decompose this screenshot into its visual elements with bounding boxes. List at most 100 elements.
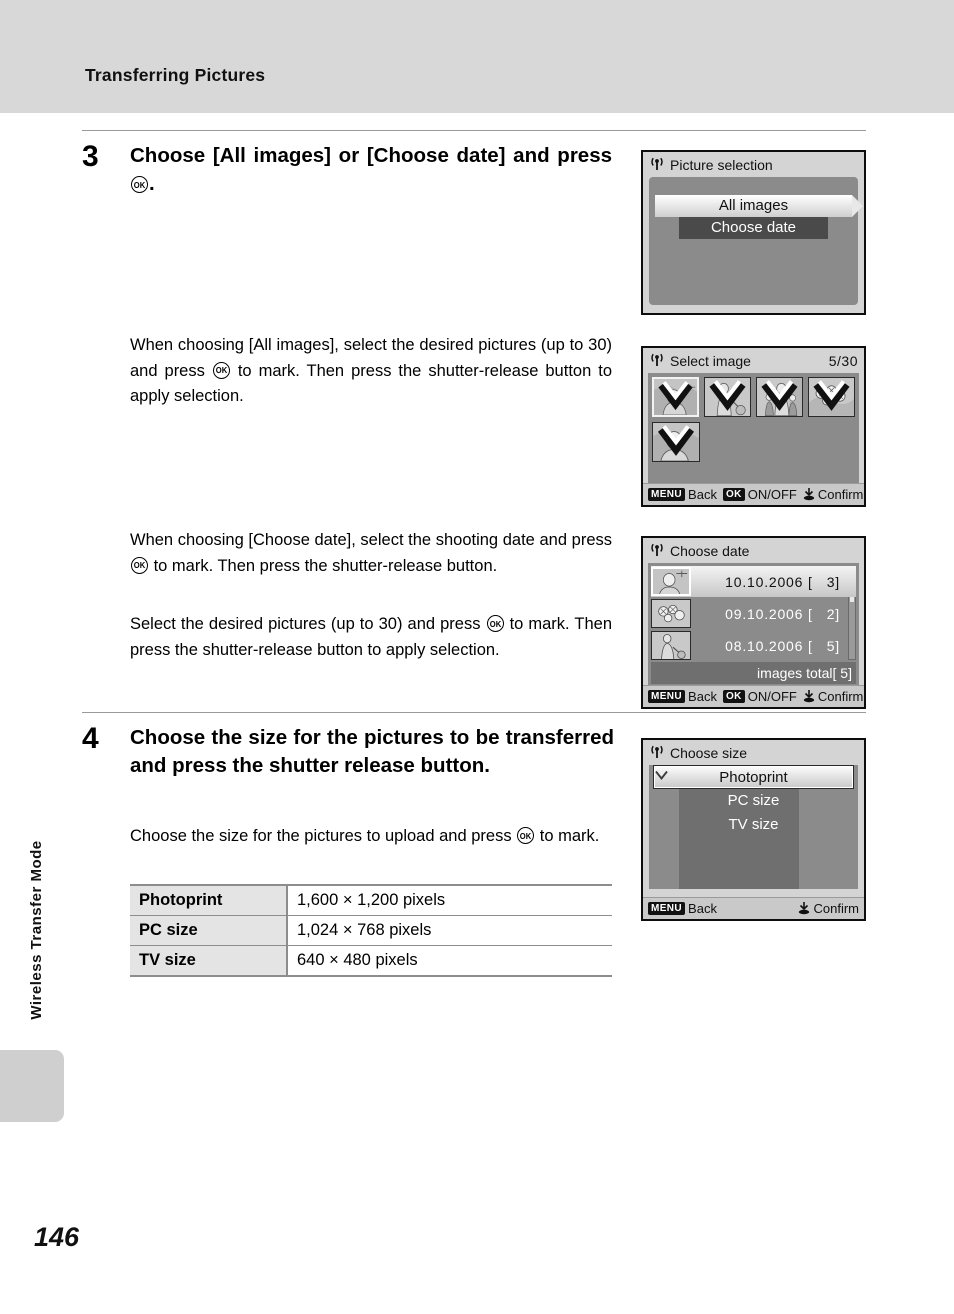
page-title: Transferring Pictures xyxy=(85,65,266,85)
lcd-onoff-action[interactable]: OK ON/OFF xyxy=(722,487,797,502)
lcd-title-text: Choose date xyxy=(670,542,750,559)
lcd-title-text: Choose size xyxy=(670,744,748,761)
date-list-item[interactable]: 10.10.2006 [ 3] xyxy=(651,566,856,597)
lcd-title-text: Picture selection xyxy=(670,156,773,173)
thumbnail-item[interactable] xyxy=(756,377,803,417)
wireless-antenna-icon xyxy=(651,745,663,758)
lcd-back-action[interactable]: MENU Back xyxy=(648,901,717,916)
date-bracket: [ xyxy=(807,605,813,622)
step-3-heading: Choose [All images] or [Choose date] and… xyxy=(130,142,612,199)
lcd-menu-panel: All images Choose date xyxy=(649,177,863,305)
date-row-text: 09.10.2006 [ 2] xyxy=(691,606,856,622)
lcd-bottom-bar: MENU Back Confirm xyxy=(643,897,864,919)
table-row: TV size 640 × 480 pixels xyxy=(130,945,612,977)
paragraph-choose-date: When choosing [Choose date], select the … xyxy=(130,528,612,579)
lcd-thumbnail-grid xyxy=(648,373,859,483)
step-4-heading: Choose the size for the pictures to be t… xyxy=(130,726,614,778)
lcd-confirm-action[interactable]: Confirm xyxy=(803,487,863,502)
lcd-bottom-bar: MENU Back OK ON/OFF Confirm xyxy=(643,685,864,707)
date-list-item[interactable]: 09.10.2006 [ 2] xyxy=(651,598,856,629)
lcd-back-label: Back xyxy=(688,487,717,502)
table-row: Photoprint 1,600 × 1,200 pixels xyxy=(130,884,612,916)
lcd-confirm-action[interactable]: Confirm xyxy=(798,901,859,916)
date-bracket: [ xyxy=(807,637,813,654)
ok-key-icon: OK xyxy=(722,690,745,703)
section-vertical-label: Wireless Transfer Mode xyxy=(28,840,45,1020)
size-menu-item-tv-size[interactable]: TV size xyxy=(649,813,858,837)
paragraph-select-pictures-a: Select the desired pictures (up to 30) a… xyxy=(130,615,486,633)
images-total-value: [ 5] xyxy=(832,665,852,681)
page-number: 146 xyxy=(34,1222,80,1252)
ok-key-icon: OK xyxy=(722,488,745,501)
paragraph-choose-size-a: Choose the size for the pictures to uplo… xyxy=(130,827,517,845)
paragraph-choose-date-b: to mark. Then press the shutter-release … xyxy=(149,556,498,575)
size-menu-item-label: PC size xyxy=(727,792,780,809)
transfer-mark-icon xyxy=(657,425,695,456)
paragraph-choose-size-b: to mark. xyxy=(535,827,600,845)
table-cell-name: PC size xyxy=(130,915,288,946)
lcd-size-menu: Photoprint PC size TV size xyxy=(649,765,858,889)
paragraph-choose-date-a: When choosing [Choose date], select the … xyxy=(130,531,612,549)
date-value: 09.10.2006 xyxy=(725,605,804,622)
lcd-onoff-label: ON/OFF xyxy=(747,689,797,704)
transfer-mark-icon xyxy=(761,380,798,411)
paragraph-select-pictures: Select the desired pictures (up to 30) a… xyxy=(130,612,612,663)
ok-button-icon xyxy=(212,361,230,379)
lcd-title-text: Select image xyxy=(670,352,751,369)
lcd-onoff-label: ON/OFF xyxy=(747,487,797,502)
menu-key-icon: MENU xyxy=(648,902,686,915)
thumbnail-photo-flowers xyxy=(652,600,690,627)
divider-top xyxy=(82,130,866,131)
thumbnail-item[interactable] xyxy=(652,422,700,462)
date-count: 2] xyxy=(826,605,840,622)
lcd-back-action[interactable]: MENU Back xyxy=(648,487,717,502)
lcd-back-action[interactable]: MENU Back xyxy=(648,689,717,704)
lcd-screen-choose-size: Choose size Photoprint PC size TV size M… xyxy=(641,738,866,921)
table-cell-value: 640 × 480 pixels xyxy=(287,945,612,977)
wireless-antenna-icon xyxy=(651,543,663,556)
lcd-screen-select-image: Select image 5/30 MENU Back OK ON/OFF Co… xyxy=(641,346,866,507)
transfer-mark-icon xyxy=(658,381,693,411)
step-3-heading-text-a: Choose [All images] or [Choose date] and… xyxy=(130,144,612,167)
thumbnail-item[interactable] xyxy=(652,377,700,417)
step-4: 4 Choose the size for the pictures to be… xyxy=(82,724,614,781)
lcd-confirm-action[interactable]: Confirm xyxy=(803,689,864,704)
date-row-text: 10.10.2006 [ 3] xyxy=(691,574,856,590)
date-value: 10.10.2006 xyxy=(725,573,804,590)
ok-button-icon xyxy=(517,827,535,844)
thumbnail-row xyxy=(652,377,855,417)
lcd-onoff-action[interactable]: OK ON/OFF xyxy=(722,689,797,704)
date-count: 5] xyxy=(826,637,840,654)
lcd-menu-item-label: All images xyxy=(718,197,789,214)
transfer-mark-icon xyxy=(709,380,746,411)
size-menu-item-label: TV size xyxy=(728,816,779,833)
lcd-title-bar: Picture selection xyxy=(643,152,864,177)
thumbnail-item[interactable] xyxy=(808,377,855,417)
lcd-confirm-label: Confirm xyxy=(817,689,864,704)
table-cell-value: 1,600 × 1,200 pixels xyxy=(287,884,612,916)
lcd-menu-item-choose-date[interactable]: Choose date xyxy=(679,217,828,239)
date-value: 08.10.2006 xyxy=(725,637,804,654)
shutter-release-icon xyxy=(799,902,810,915)
lcd-title-bar: Choose date xyxy=(643,538,864,563)
transfer-mark-icon xyxy=(813,380,850,411)
size-menu-item-photoprint[interactable]: Photoprint xyxy=(653,765,854,789)
paragraph-all-images: When choosing [All images], select the d… xyxy=(130,333,612,410)
date-bracket: [ xyxy=(807,573,813,590)
date-thumbnail xyxy=(651,631,691,660)
lcd-screen-picture-selection: Picture selection All images Choose date xyxy=(641,150,866,315)
transfer-mark-icon xyxy=(655,769,668,781)
step-3: 3 Choose [All images] or [Choose date] a… xyxy=(82,142,612,199)
image-size-table: Photoprint 1,600 × 1,200 pixels PC size … xyxy=(130,884,612,977)
lcd-menu-item-all-images[interactable]: All images xyxy=(655,195,863,217)
ok-button-icon xyxy=(131,556,148,574)
date-list-item[interactable]: 08.10.2006 [ 5] xyxy=(651,630,856,661)
lcd-back-label: Back xyxy=(688,689,717,704)
thumbnail-item[interactable] xyxy=(704,377,752,417)
table-cell-value: 1,024 × 768 pixels xyxy=(287,915,612,946)
page-header-band xyxy=(0,0,954,113)
size-menu-item-pc-size[interactable]: PC size xyxy=(649,789,858,813)
lcd-screen-choose-date: Choose date 10.10.2006 [ 3] 09.10.2006 [… xyxy=(641,536,866,709)
section-thumb-tab xyxy=(0,1050,64,1122)
wireless-antenna-icon xyxy=(651,157,663,170)
